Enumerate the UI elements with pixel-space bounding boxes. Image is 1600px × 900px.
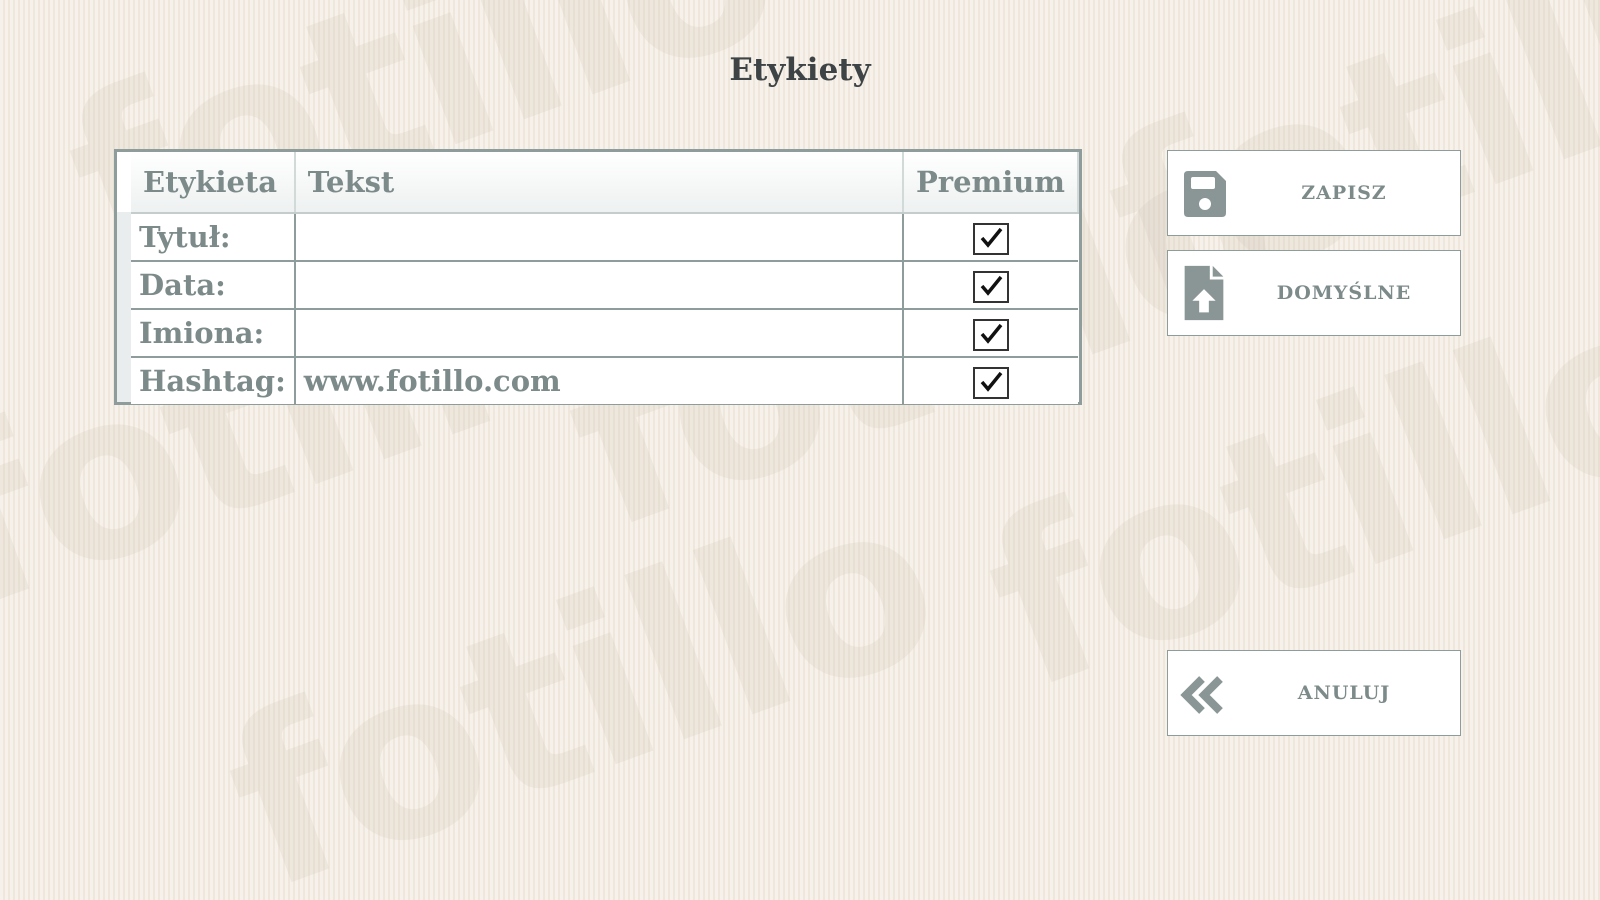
- double-chevron-left-icon: [1180, 676, 1223, 714]
- table-row: Hashtag: www.fotillo.com: [131, 356, 1078, 404]
- checkmark-icon: [980, 371, 1003, 392]
- checkmark-icon: [980, 227, 1003, 248]
- row-label: Data:: [131, 260, 296, 310]
- row-label: Imiona:: [131, 308, 296, 358]
- premium-checkbox-cell: [901, 212, 1078, 262]
- defaults-button[interactable]: DOMYŚLNE: [1167, 250, 1461, 336]
- row-text-field[interactable]: [293, 212, 904, 262]
- table-row: Data:: [131, 260, 1078, 310]
- watermark-text: fotillo: [196, 444, 965, 900]
- row-text-field[interactable]: www.fotillo.com: [293, 356, 904, 404]
- checkmark-icon: [980, 275, 1003, 296]
- row-label: Hashtag:: [131, 356, 296, 404]
- floppy-disk-icon: [1184, 171, 1226, 217]
- table-header-row: Etykieta Tekst Premium: [131, 152, 1080, 214]
- file-upload-icon: [1184, 265, 1224, 321]
- page-title: Etykiety: [729, 52, 871, 88]
- cancel-button[interactable]: ANULUJ: [1167, 650, 1461, 736]
- table-row: Imiona:: [131, 308, 1078, 358]
- row-text-field[interactable]: [293, 260, 904, 310]
- labels-table: Etykieta Tekst Premium Tytuł: Data: Imio…: [114, 149, 1082, 405]
- premium-checkbox[interactable]: [972, 318, 1009, 351]
- save-button[interactable]: ZAPISZ: [1167, 150, 1461, 236]
- row-label: Tytuł:: [131, 212, 296, 262]
- premium-checkbox[interactable]: [972, 270, 1009, 303]
- premium-checkbox[interactable]: [972, 366, 1009, 399]
- header-text[interactable]: Tekst: [294, 152, 904, 214]
- cancel-button-label: ANULUJ: [1297, 682, 1391, 704]
- checkmark-icon: [980, 323, 1003, 344]
- background-watermark: fotillo fotillo fotillo fotillo fotillo …: [0, 0, 1600, 900]
- premium-checkbox-cell: [901, 260, 1078, 310]
- header-premium[interactable]: Premium: [902, 152, 1080, 214]
- premium-checkbox-cell: [901, 308, 1078, 358]
- table-row: Tytuł:: [131, 212, 1078, 262]
- save-button-label: ZAPISZ: [1301, 182, 1387, 204]
- premium-checkbox[interactable]: [972, 222, 1009, 255]
- row-text-field[interactable]: [293, 308, 904, 358]
- premium-checkbox-cell: [901, 356, 1078, 404]
- defaults-button-label: DOMYŚLNE: [1276, 282, 1412, 304]
- header-label[interactable]: Etykieta: [131, 152, 296, 214]
